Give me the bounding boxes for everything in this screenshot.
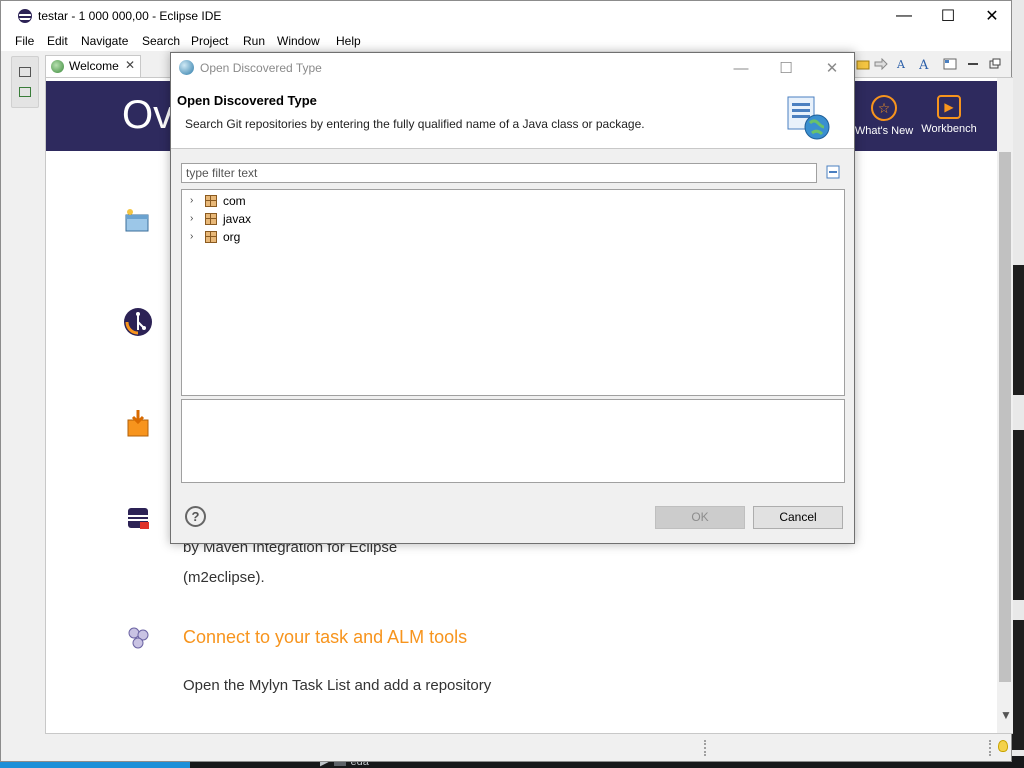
svg-text:A: A xyxy=(896,58,906,70)
package-icon xyxy=(205,213,217,225)
tab-close-icon[interactable]: ✕ xyxy=(125,58,135,72)
play-icon: ▶ xyxy=(937,95,961,119)
layout-icon[interactable] xyxy=(943,58,957,70)
dialog-header: Open Discovered Type Search Git reposito… xyxy=(171,83,854,149)
tab-welcome[interactable]: Welcome ✕ xyxy=(45,55,141,77)
chevron-right-icon[interactable]: › xyxy=(190,195,193,206)
details-pane xyxy=(181,399,845,483)
menu-file[interactable]: File xyxy=(15,34,34,48)
connect-task-link[interactable]: Connect to your task and ALM tools xyxy=(183,624,503,651)
minimize-button[interactable]: — xyxy=(881,1,927,31)
star-icon: ☆ xyxy=(871,95,897,121)
cancel-button[interactable]: Cancel xyxy=(753,506,843,529)
marketplace-icon[interactable] xyxy=(122,408,154,440)
workbench-button[interactable]: ▶ Workbench xyxy=(917,95,981,135)
package-tree: › com › javax › org xyxy=(181,189,845,396)
menu-help[interactable]: Help xyxy=(336,34,361,48)
decrease-font-icon[interactable]: A xyxy=(896,58,910,70)
background-window-edge xyxy=(1012,0,1024,768)
background-terminal xyxy=(1012,430,1024,600)
status-bar xyxy=(1,736,1011,760)
svg-text:A: A xyxy=(919,58,929,70)
close-button[interactable]: ✕ xyxy=(969,1,1015,31)
restore-view-icon[interactable] xyxy=(988,58,1002,70)
scrollbar-thumb[interactable] xyxy=(999,152,1011,682)
increase-font-icon[interactable]: A xyxy=(919,58,933,70)
welcome-icon xyxy=(51,60,64,73)
globe-icon xyxy=(179,60,194,75)
tree-item-label: javax xyxy=(223,212,252,226)
maximize-button[interactable]: ☐ xyxy=(925,1,971,31)
help-icon[interactable]: ? xyxy=(185,506,206,527)
folder-icon[interactable] xyxy=(856,58,870,70)
connect-task-description: Open the Mylyn Task List and add a repos… xyxy=(183,677,492,694)
tree-item-label: org xyxy=(223,230,241,244)
menu-edit[interactable]: Edit xyxy=(47,34,68,48)
chevron-right-icon[interactable]: › xyxy=(190,213,193,224)
status-grip xyxy=(989,740,991,756)
tree-item-label: com xyxy=(223,194,246,208)
new-project-icon[interactable] xyxy=(122,205,154,237)
dialog-header-title: Open Discovered Type xyxy=(177,93,317,108)
document-globe-icon xyxy=(787,96,830,140)
tree-item[interactable]: › javax xyxy=(182,210,844,228)
menu-bar: File Edit Navigate Search Project Run Wi… xyxy=(1,31,1011,51)
dialog-title: Open Discovered Type xyxy=(200,61,322,75)
scroll-down-icon[interactable]: ▼ xyxy=(1000,708,1012,722)
welcome-scrollbar[interactable]: ▼ xyxy=(997,78,1013,733)
tree-item[interactable]: › com xyxy=(182,192,844,210)
menu-navigate[interactable]: Navigate xyxy=(81,34,128,48)
dialog-maximize-button[interactable]: ☐ xyxy=(763,53,809,83)
eclipse-logo-icon xyxy=(18,9,32,23)
background-terminal xyxy=(1012,265,1024,395)
git-icon[interactable] xyxy=(122,306,154,338)
maven-icon[interactable] xyxy=(122,502,154,534)
title-bar: testar - 1 000 000,00 - Eclipse IDE — ☐ … xyxy=(1,1,1011,31)
window-title: testar - 1 000 000,00 - Eclipse IDE xyxy=(38,9,222,23)
whats-new-label: What's New xyxy=(854,125,914,137)
status-grip xyxy=(704,740,706,756)
open-discovered-type-dialog: Open Discovered Type — ☐ ✕ Open Discover… xyxy=(170,52,855,544)
background-terminal xyxy=(1012,620,1024,750)
forward-arrow-icon[interactable] xyxy=(874,58,888,70)
type-filter-input[interactable]: type filter text xyxy=(181,163,817,183)
tip-bulb-icon[interactable] xyxy=(998,740,1008,752)
menu-window[interactable]: Window xyxy=(277,34,320,48)
left-trim-stack xyxy=(11,56,39,108)
whats-new-button[interactable]: ☆ What's New xyxy=(852,95,916,137)
restore-icon[interactable] xyxy=(19,67,31,77)
minimize-view-icon[interactable] xyxy=(966,58,980,70)
collapse-all-icon[interactable] xyxy=(826,165,840,179)
tab-welcome-label: Welcome xyxy=(69,59,119,73)
ok-button[interactable]: OK xyxy=(655,506,745,529)
dialog-minimize-button[interactable]: — xyxy=(718,53,764,83)
chevron-right-icon[interactable]: › xyxy=(190,231,193,242)
maven-description-line: (m2eclipse). xyxy=(183,569,265,586)
banner-title: Ov xyxy=(122,93,174,137)
tree-item[interactable]: › org xyxy=(182,228,844,246)
mylyn-icon[interactable] xyxy=(122,623,154,655)
workbench-label: Workbench xyxy=(921,123,977,135)
menu-search[interactable]: Search xyxy=(142,34,180,48)
dialog-header-description: Search Git repositories by entering the … xyxy=(185,117,645,131)
dialog-close-button[interactable]: ✕ xyxy=(809,53,855,83)
menu-project[interactable]: Project xyxy=(191,34,228,48)
package-icon xyxy=(205,231,217,243)
dialog-title-bar: Open Discovered Type — ☐ ✕ xyxy=(171,53,854,83)
menu-run[interactable]: Run xyxy=(243,34,265,48)
git-repositories-icon[interactable] xyxy=(19,87,31,97)
package-icon xyxy=(205,195,217,207)
